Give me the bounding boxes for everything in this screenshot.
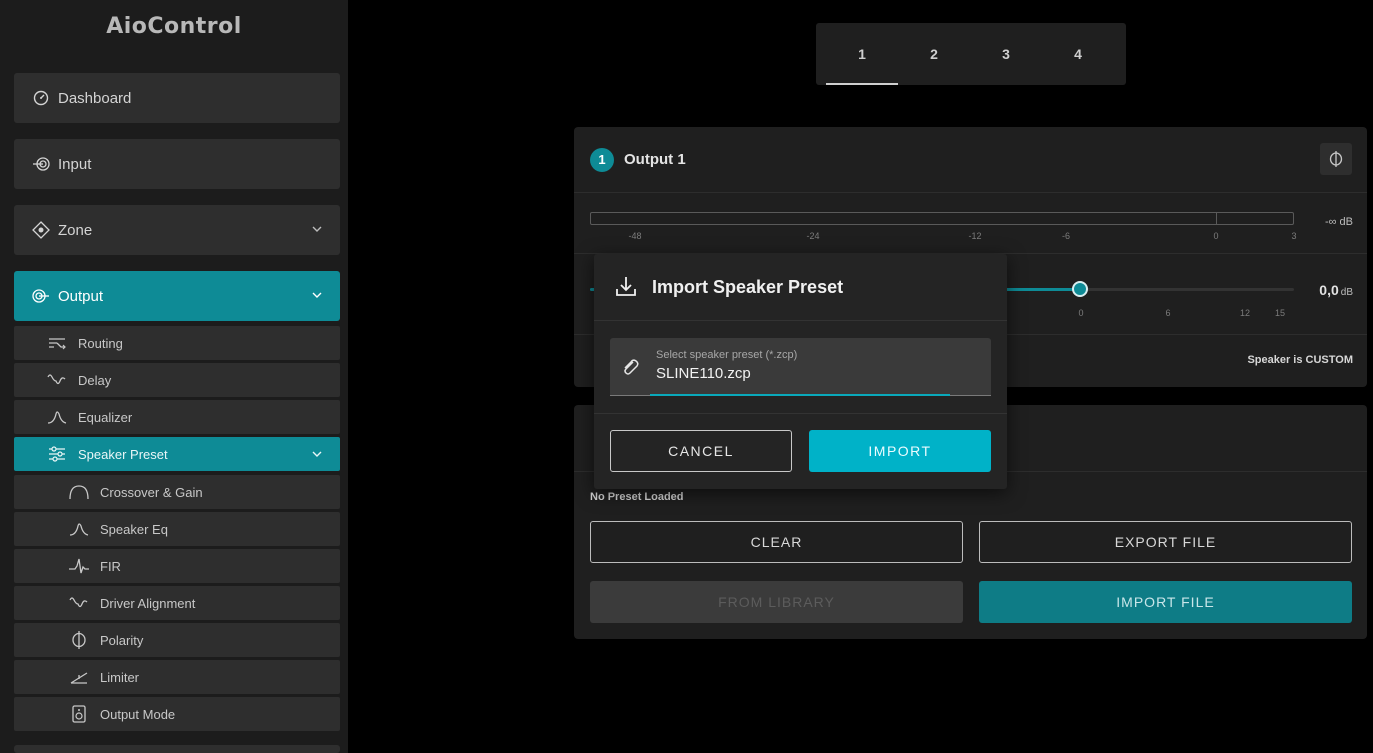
output-icon [32,287,50,305]
import-file-button[interactable]: IMPORT FILE [979,581,1352,623]
sidebar-item-fir[interactable]: FIR [14,549,340,583]
sidebar-item-routing[interactable]: Routing [14,326,340,360]
tab-2[interactable]: 2 [898,23,970,85]
dialog-header: Import Speaker Preset [594,254,1007,321]
download-icon [616,277,636,296]
chevron-down-icon [312,451,322,457]
sidebar-item-label: Zone [58,221,93,239]
level-meter [590,212,1294,225]
import-button[interactable]: IMPORT [809,430,991,472]
alignment-icon [68,594,90,612]
sidebar-item-label: Limiter [100,669,140,685]
fader-label: 12 [1239,308,1251,318]
sidebar-item-speaker-eq[interactable]: Speaker Eq [14,512,340,546]
gain-fader-knob[interactable] [1072,281,1088,297]
clear-button[interactable]: CLEAR [590,521,963,563]
gauge-icon [32,89,50,107]
meter-label: 0 [1213,231,1219,241]
file-field-label: Select speaker preset (*.zcp) [656,349,798,361]
meter-label: -12 [968,231,982,241]
sidebar-item-input[interactable]: Input [14,139,340,189]
sidebar-item-label: Crossover & Gain [100,484,203,500]
sidebar-item-equalizer[interactable]: Equalizer [14,400,340,434]
sidebar-item-output-mode[interactable]: Output Mode [14,697,340,731]
sidebar-item-label: Input [58,155,92,173]
input-icon [32,155,50,173]
meter-label: -48 [628,231,642,241]
sidebar-item-label: Dashboard [58,89,132,107]
meter-scale: -48 -24 -12 -6 0 3 [590,231,1297,243]
chevron-down-icon [312,292,322,298]
sidebar-item-crossover-gain[interactable]: Crossover & Gain [14,475,340,509]
meter-zero-tick [1216,213,1217,224]
delay-icon [46,372,68,388]
sliders-icon [46,446,68,462]
sidebar-item-label: Output [58,287,104,305]
sidebar-item-limiter[interactable]: Limiter [14,660,340,694]
sidebar-item-dashboard[interactable]: Dashboard [14,73,340,123]
sidebar-item-delay[interactable]: Delay [14,363,340,397]
polarity-toggle-button[interactable] [1320,143,1352,175]
sidebar-item-zone[interactable]: Zone [14,205,340,255]
app-logo: AioControl [106,14,242,39]
cancel-button[interactable]: CANCEL [610,430,792,472]
tab-3[interactable]: 3 [970,23,1042,85]
sidebar-item-label: Delay [78,372,112,388]
app-root: AioControl Dashboard Input Zone Output R… [0,0,1373,753]
sidebar-item-label: Output Mode [100,706,176,722]
speaker-status: Speaker is CUSTOM [1247,354,1353,366]
import-preset-dialog: Import Speaker Preset Select speaker pre… [594,254,1007,489]
sidebar-item-driver-alignment[interactable]: Driver Alignment [14,586,340,620]
output-tabs: 1 2 3 4 [816,23,1126,85]
limiter-icon [68,668,90,686]
fir-icon [68,557,90,575]
file-field-value: SLINE110.zcp [656,365,751,382]
sidebar-item-speaker-preset[interactable]: Speaker Preset [14,437,340,471]
tab-4[interactable]: 4 [1042,23,1114,85]
divider [594,413,1007,414]
sidebar-item-output[interactable]: Output [14,271,340,321]
sidebar-item-label: Driver Alignment [100,595,196,611]
polarity-icon [1329,151,1343,167]
dialog-title: Import Speaker Preset [652,276,844,297]
routing-icon [46,335,68,351]
sidebar-item-label: FIR [100,558,121,574]
sidebar-item-label: Speaker Eq [100,521,168,537]
gain-unit: dB [1340,287,1353,298]
preset-file-field[interactable]: Select speaker preset (*.zcp) SLINE110.z… [610,338,991,396]
zone-icon [32,221,50,239]
meter-label: -24 [806,231,820,241]
output-card-header: 1 Output 1 [574,127,1367,193]
output-mode-icon [68,705,90,723]
equalizer-icon [46,409,68,425]
sidebar-item-label: Speaker Preset [78,446,168,462]
sidebar-item-polarity[interactable]: Polarity [14,623,340,657]
gain-number: 0,0 [1319,282,1339,298]
crossover-icon [68,483,90,501]
fader-label: 0 [1078,308,1084,318]
export-file-button[interactable]: EXPORT FILE [979,521,1352,563]
speaker-eq-icon [68,520,90,538]
sidebar-item-label: Routing [78,335,123,351]
polarity-icon [68,631,90,649]
chevron-down-icon [312,226,322,232]
fader-label: 6 [1165,308,1171,318]
file-upload-progress [650,394,950,396]
fader-label: 15 [1274,308,1286,318]
output-title: Output 1 [624,151,686,168]
preset-status: No Preset Loaded [590,491,684,503]
meter-label: -6 [1061,231,1071,241]
meter-label: 3 [1291,231,1297,241]
sidebar: AioControl Dashboard Input Zone Output R… [0,0,348,753]
from-library-button[interactable]: FROM LIBRARY [590,581,963,623]
meter-readout: -∞ dB [1324,216,1353,228]
sidebar-item-partial [14,745,340,753]
sidebar-item-label: Polarity [100,632,144,648]
tab-1[interactable]: 1 [826,23,898,85]
paperclip-icon [624,359,639,375]
sidebar-item-label: Equalizer [78,409,133,425]
output-number-badge: 1 [590,147,614,172]
gain-value: 0,0 dB [1319,282,1353,298]
